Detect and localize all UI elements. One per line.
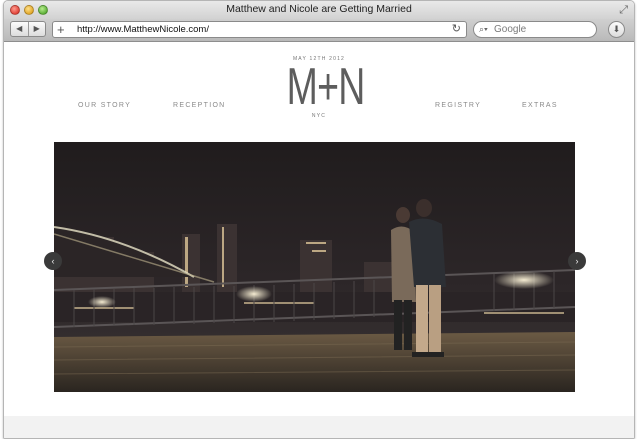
back-arrow-icon: ◀ xyxy=(16,24,23,33)
downloads-button[interactable]: ⬇ xyxy=(608,21,625,38)
search-field[interactable]: ⌕▾ Google xyxy=(473,21,597,38)
slideshow-next-button[interactable]: › xyxy=(568,252,586,270)
fullscreen-icon[interactable]: ⤢ xyxy=(619,4,628,16)
nav-registry[interactable]: REGISTRY xyxy=(435,102,481,109)
browser-toolbar: ◀ ▶ + http://www.MatthewNicole.com/ ↻ ⌕▾… xyxy=(4,19,634,42)
site-monogram[interactable]: MAY 12TH 2012 M+N NYC xyxy=(274,56,366,119)
url-text[interactable]: http://www.MatthewNicole.com/ xyxy=(77,24,209,35)
search-placeholder: Google xyxy=(494,24,527,35)
reload-icon[interactable]: ↻ xyxy=(452,23,461,36)
chevron-right-icon: › xyxy=(575,256,579,266)
nav-reception[interactable]: RECEPTION xyxy=(173,102,226,109)
forward-button[interactable]: ▶ xyxy=(29,22,46,36)
nav-our-story[interactable]: OUR STORY xyxy=(78,102,131,109)
web-page: OUR STORY RECEPTION MAY 12TH 2012 M+N NY… xyxy=(4,42,634,438)
page-footer xyxy=(4,416,634,438)
monogram-letters: M+N xyxy=(286,58,366,116)
add-bookmark-icon[interactable]: + xyxy=(57,22,65,37)
download-icon: ⬇ xyxy=(612,24,621,34)
browser-window: Matthew and Nicole are Getting Married ⤢… xyxy=(3,0,635,439)
search-icon[interactable]: ⌕▾ xyxy=(479,24,488,35)
back-button[interactable]: ◀ xyxy=(11,22,29,36)
slideshow-prev-button[interactable]: ‹ xyxy=(44,252,62,270)
back-forward-group: ◀ ▶ xyxy=(10,21,46,37)
title-bar: Matthew and Nicole are Getting Married ⤢ xyxy=(4,1,634,19)
forward-arrow-icon: ▶ xyxy=(33,24,40,33)
nav-extras[interactable]: EXTRAS xyxy=(522,102,558,109)
address-bar[interactable]: + http://www.MatthewNicole.com/ ↻ xyxy=(52,21,467,38)
chevron-left-icon: ‹ xyxy=(51,256,55,266)
window-title: Matthew and Nicole are Getting Married xyxy=(226,3,412,15)
slideshow-photo[interactable] xyxy=(54,142,575,392)
night-boardwalk-photo xyxy=(54,142,575,392)
